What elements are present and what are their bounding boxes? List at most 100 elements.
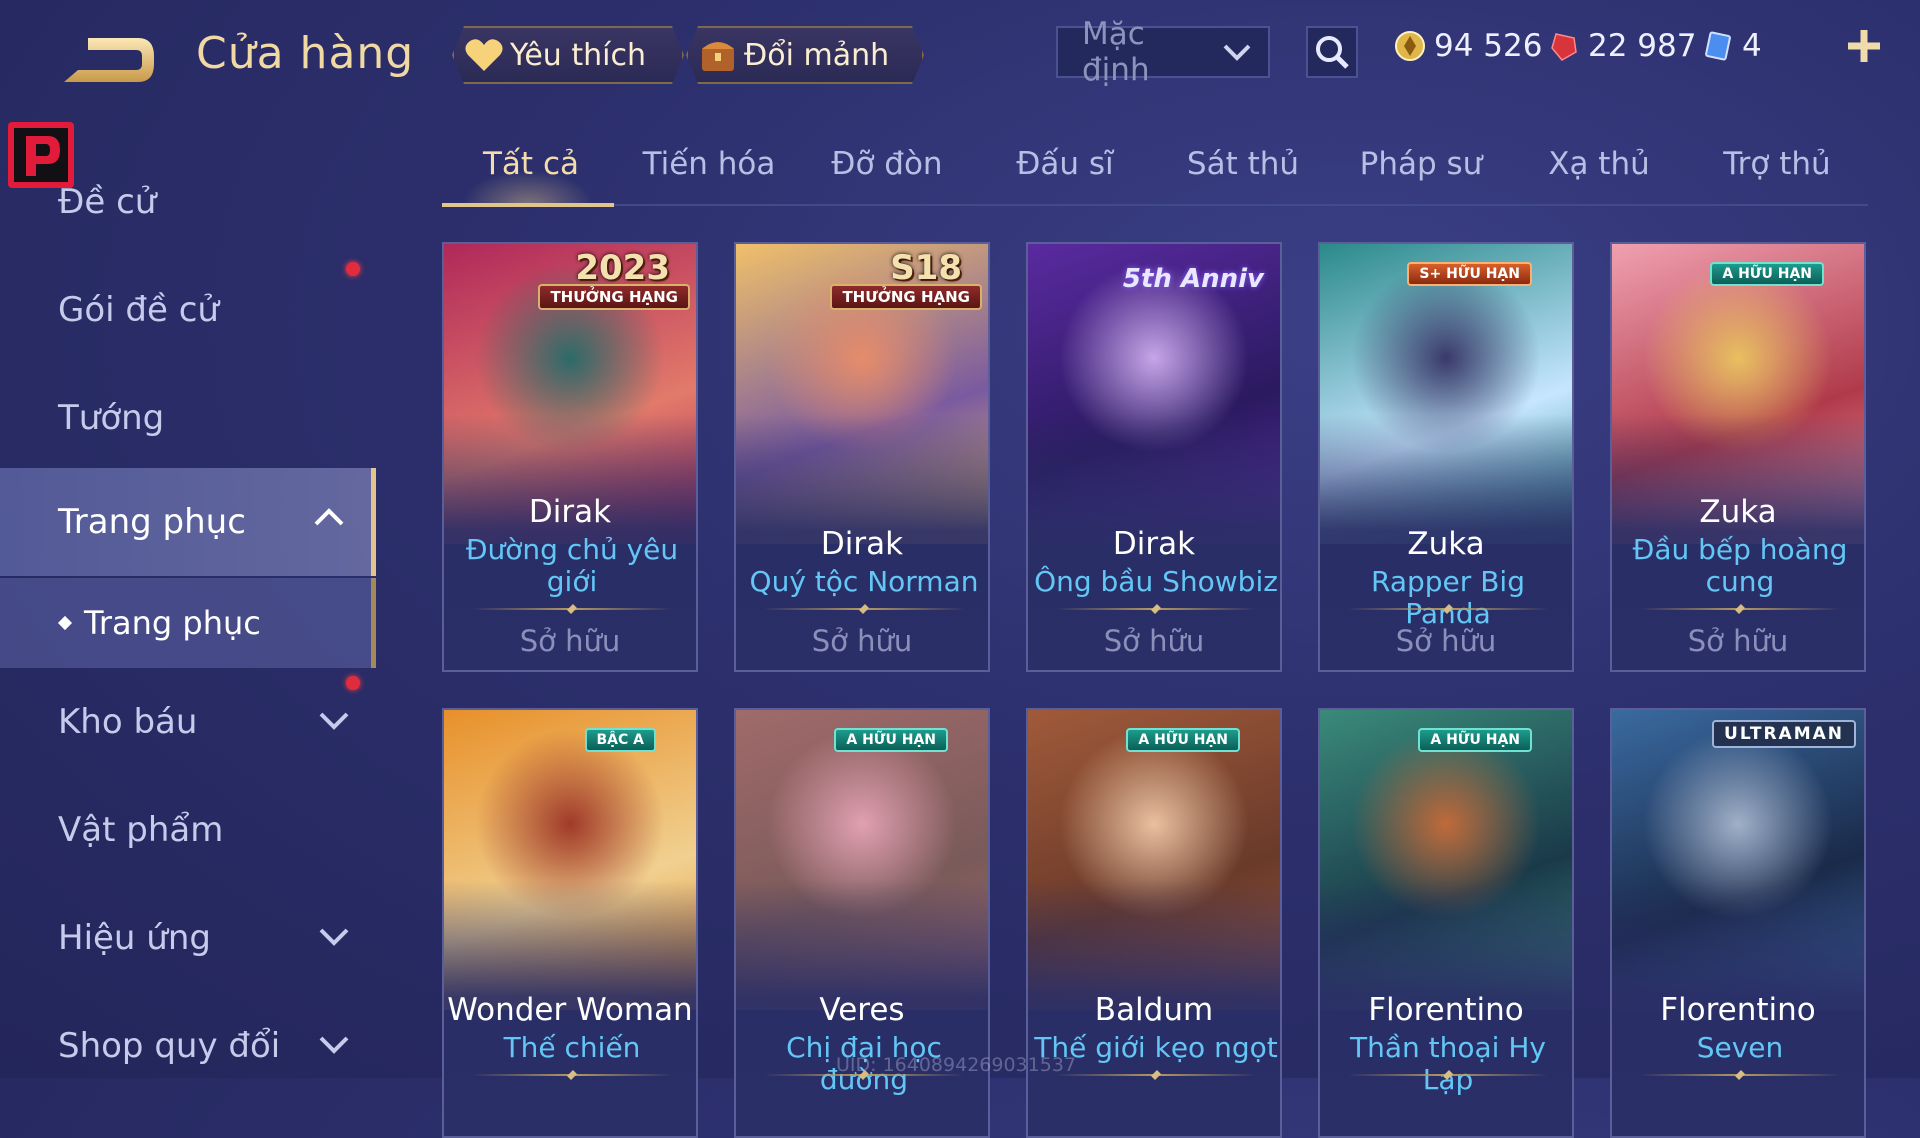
tab-label: Trợ thủ [1723,146,1831,182]
hero-name: Zuka [1407,526,1485,562]
tab-marksman[interactable]: Xạ thủ [1510,146,1688,182]
sort-dropdown[interactable]: Mặc định [1056,16,1270,88]
skin-card[interactable]: A HỮU HẠN Zuka Đầu bếp hoàng cung Sở hữu [1610,242,1866,672]
active-tab-underline [442,203,614,207]
sidebar-subitem-skins[interactable]: Trang phục [0,578,376,668]
tab-fighter[interactable]: Đấu sĩ [976,146,1154,182]
tab-tank[interactable]: Đỡ đòn [798,146,976,182]
chevron-down-icon [319,1036,349,1054]
skin-card[interactable]: 5th Anniv Dirak Ông bầu Showbiz Sở hữu [1026,242,1282,672]
tab-label: Pháp sư [1359,146,1483,182]
skin-name-line: Rapper Big Panda [1371,565,1525,630]
skin-card[interactable]: A HỮU HẠN Florentino Thần thoại Hy Lạp [1318,708,1574,1138]
season-badge: S18 [890,248,962,288]
tab-label: Đỡ đòn [831,146,943,182]
skin-name: Đầu bếp hoàng cung [1618,534,1862,598]
notification-dot [346,262,360,276]
divider [1056,608,1256,610]
owned-status: Sở hữu [811,624,913,658]
skin-card[interactable]: ULTRAMAN Florentino Seven [1610,708,1866,1138]
sidebar-item-label: Đề cử [58,182,157,222]
collab-badge: ULTRAMAN [1712,720,1856,748]
sidebar-item-items[interactable]: Vật phẩm [0,780,376,880]
divider [1640,608,1840,610]
sidebar-item-label: Shop quy đổi [58,1026,281,1066]
chevron-down-icon [319,712,349,730]
tier-badge: S+ HỮU HẠN [1407,262,1532,286]
divider [1640,1074,1840,1076]
skin-card[interactable]: 2023 THƯỞNG HẠNG Dirak Đường chủ yêu giớ… [442,242,698,672]
voucher-amount: 22 987 [1588,28,1697,64]
tab-label: Đấu sĩ [1016,146,1114,182]
tab-label: Tiến hóa [642,146,776,182]
favorites-label: Yêu thích [510,37,646,73]
sidebar-item-label: Kho báu [58,702,198,742]
sidebar-item-featured[interactable]: Đề cử [0,152,376,252]
hero-name: Dirak [528,494,612,530]
sidebar-item-label: Vật phẩm [58,810,224,850]
tab-mage[interactable]: Pháp sư [1332,146,1510,182]
token-balance: 4 [1702,28,1762,64]
anniversary-badge: 5th Anniv [1122,264,1264,294]
skin-name-line: Thần thoại Hy Lạp [1350,1031,1546,1096]
gold-coin-icon [1395,31,1425,61]
skin-name-line: cung [1705,565,1775,598]
skin-name-line: giới [546,565,598,598]
sidebar-item-exchange-shop[interactable]: Shop quy đổi [0,996,376,1096]
skin-name-line: Đường chủ yêu [465,533,679,566]
search-icon [1316,36,1349,69]
active-tab-glow [462,170,594,206]
tab-assassin[interactable]: Sát thủ [1154,146,1332,182]
exchange-label: Đổi mảnh [744,37,890,73]
exchange-fragments-button[interactable]: Đổi mảnh [686,26,924,84]
sidebar-item-heroes[interactable]: Tướng [0,368,376,468]
chevron-down-icon [1223,44,1251,61]
tier-badge: A HỮU HẠN [1126,728,1240,752]
hero-name: Florentino [1368,992,1524,1028]
sidebar-item-skins[interactable]: Trang phục [0,468,376,576]
hero-name: Dirak [1112,526,1196,562]
bullet-icon [57,615,73,631]
uid-watermark: UID: 1640894269031537 [836,1054,1076,1076]
skin-card[interactable]: S18 THƯỞNG HẠNG Dirak Quý tộc Norman Sở … [734,242,990,672]
tab-support[interactable]: Trợ thủ [1688,146,1866,182]
favorites-button[interactable]: Yêu thích [452,26,684,84]
hero-name: Wonder Woman [447,992,693,1028]
skin-name-line: Quý tộc Norman [749,565,979,598]
tab-evolution[interactable]: Tiến hóa [620,146,798,182]
add-currency-button[interactable] [1842,26,1886,70]
divider [472,608,672,610]
back-button[interactable] [58,30,158,90]
skin-name: Thế chiến [450,1032,694,1064]
divider [472,1074,672,1076]
skin-name: Đường chủ yêu giới [450,534,694,598]
search-button[interactable] [1306,26,1358,78]
back-arrow-icon [64,38,154,82]
hero-name: Veres [819,992,905,1028]
blue-ticket-icon [1705,31,1731,61]
sidebar-item-treasure[interactable]: Kho báu [0,672,376,772]
skin-card[interactable]: BẬC A Wonder Woman Thế chiến [442,708,698,1138]
token-amount: 4 [1742,28,1762,64]
hero-name: Dirak [820,526,904,562]
sort-value: Mặc định [1082,16,1150,88]
sidebar-item-label: Hiệu ứng [58,918,211,958]
sidebar: Đề cử Gói đề cử Tướng Trang phục Trang p… [0,130,376,1078]
hero-name: Florentino [1660,992,1816,1028]
skin-name: Quý tộc Norman [742,566,986,598]
owned-status: Sở hữu [1395,624,1497,658]
sidebar-item-featured-packs[interactable]: Gói đề cử [0,260,376,360]
skin-name: Seven [1618,1032,1862,1064]
owned-status: Sở hữu [519,624,621,658]
tier-badge: A HỮU HẠN [1418,728,1532,752]
rank-reward-badge: THƯỞNG HẠNG [538,284,690,310]
tier-badge: A HỮU HẠN [1710,262,1824,286]
rank-reward-badge: THƯỞNG HẠNG [830,284,982,310]
hero-name: Baldum [1094,992,1214,1028]
sidebar-item-effects[interactable]: Hiệu ứng [0,888,376,988]
skin-name-line: Ông bầu Showbiz [1034,565,1278,598]
tier-badge: A HỮU HẠN [834,728,948,752]
voucher-balance: 22 987 [1548,28,1696,64]
skin-card[interactable]: S+ HỮU HẠN Zuka Rapper Big Panda Sở hữu [1318,242,1574,672]
skin-name: Rapper Big Panda [1326,566,1570,630]
